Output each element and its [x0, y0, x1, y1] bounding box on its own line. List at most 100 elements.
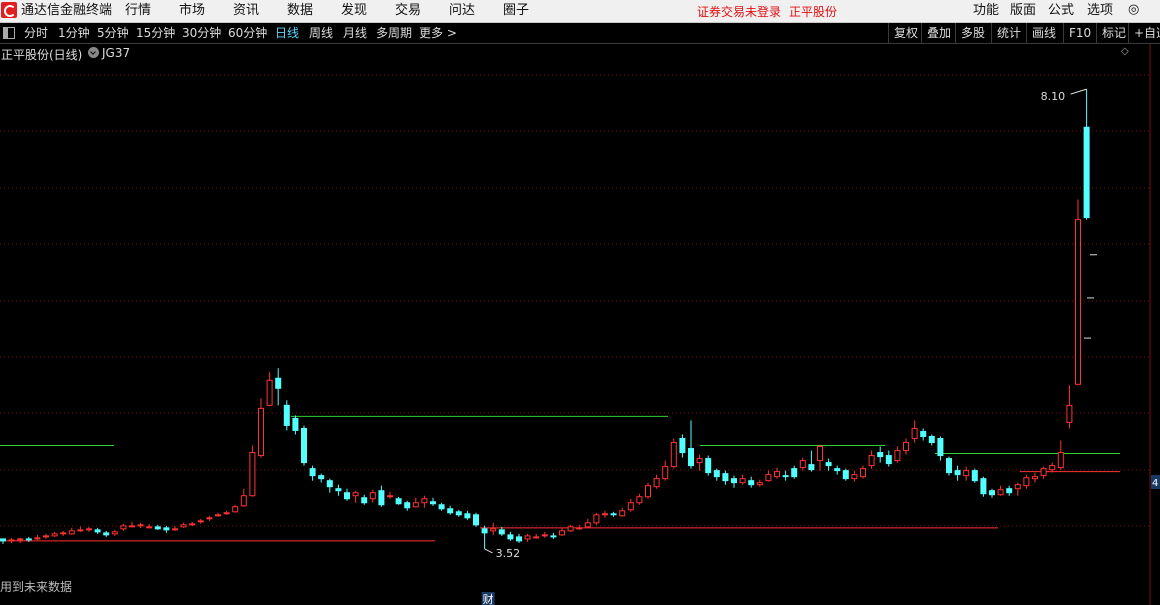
candle-body [516, 536, 522, 542]
candle-body [421, 498, 428, 504]
candle-body [1057, 452, 1064, 469]
candle-body [275, 377, 282, 389]
candle-body [43, 535, 49, 538]
candle-body [137, 524, 144, 527]
candle-body [430, 501, 436, 505]
candle-body [240, 495, 247, 507]
candle-body [189, 523, 196, 526]
candle-body [576, 527, 583, 530]
candle-body [791, 468, 798, 478]
candle-body [292, 417, 299, 431]
candle-body [232, 506, 239, 513]
candle-body [868, 455, 875, 467]
candle-body [842, 470, 849, 480]
candle-body [1049, 465, 1056, 471]
candle-body [94, 529, 101, 533]
candle-body [825, 462, 832, 467]
candle-body [894, 450, 901, 462]
candle-body [610, 513, 617, 516]
candle-body [645, 485, 651, 498]
candle-body [524, 535, 531, 540]
candle-body [705, 458, 712, 474]
candle-body [498, 529, 505, 535]
candle-body [756, 482, 763, 486]
candle-body [455, 511, 462, 516]
candle-body [335, 488, 342, 492]
candle-body [1023, 477, 1030, 487]
candle-body [782, 475, 789, 478]
candle-body [533, 536, 540, 539]
candle-body [963, 470, 970, 477]
candle-body [602, 513, 608, 516]
candle-body [249, 452, 256, 497]
candle-body [928, 435, 935, 444]
candle-body [619, 510, 626, 517]
candle-body [8, 539, 15, 542]
candle-body [739, 478, 746, 484]
candle-body [584, 522, 591, 528]
candle-body [567, 526, 574, 532]
candle-body [885, 455, 892, 465]
candle-body [223, 512, 230, 515]
candle-body [77, 529, 84, 532]
low-price-label: 3.52 [496, 547, 520, 560]
candle-body [464, 513, 471, 519]
candle-body [851, 474, 858, 480]
axis-badge: 4 [1152, 478, 1158, 489]
candle-body [1083, 126, 1090, 219]
candle-body [653, 478, 660, 488]
candle-body [817, 446, 823, 462]
candle-body [713, 470, 720, 478]
candle-body [154, 526, 161, 530]
candle-body [507, 534, 514, 540]
candle-body [696, 458, 703, 464]
candle-body [111, 531, 118, 535]
candle-body [559, 530, 565, 536]
candle-body [146, 526, 153, 529]
candle-body [937, 437, 944, 457]
candle-body [920, 430, 927, 437]
candle-body [980, 478, 987, 495]
candle-body [206, 517, 213, 520]
candle-body [774, 471, 780, 478]
candle-body [180, 524, 187, 528]
candle-body [997, 489, 1004, 496]
high-pointer [1070, 88, 1087, 95]
candle-body [688, 448, 694, 467]
candle-body [318, 475, 325, 480]
candle-body [387, 495, 393, 498]
candle-body [911, 427, 918, 439]
candle-body [1075, 219, 1081, 385]
high-price-label: 8.10 [1041, 90, 1066, 103]
candle-body [903, 442, 909, 452]
candle-body [283, 404, 290, 426]
candle-body [25, 538, 32, 541]
candle-body [129, 525, 135, 528]
candlestick-chart[interactable]: 8.10 3.52 财 4 [0, 0, 1160, 605]
candle-body [877, 452, 884, 458]
candle-body [301, 427, 307, 464]
candle-body [627, 502, 634, 511]
candle-body [404, 502, 411, 509]
candle-body [1040, 468, 1047, 477]
candle-body [971, 470, 978, 482]
candle-body [60, 532, 67, 535]
candle-body [731, 478, 737, 484]
candle-body [834, 468, 841, 472]
candle-body [748, 480, 755, 486]
candle-body [593, 514, 600, 524]
candle-body [1066, 404, 1073, 423]
candle-body [326, 480, 333, 488]
candle-body [68, 530, 75, 535]
candle-body [86, 528, 92, 531]
candle-body [258, 407, 264, 457]
candle-body [490, 528, 497, 532]
candle-body [473, 514, 479, 526]
candle-body [352, 492, 359, 497]
candle-body [989, 490, 995, 496]
candle-body [447, 508, 454, 514]
candle-body [954, 470, 961, 476]
candle-body [215, 514, 221, 517]
candle-body [0, 538, 6, 542]
candle-body [481, 528, 488, 534]
